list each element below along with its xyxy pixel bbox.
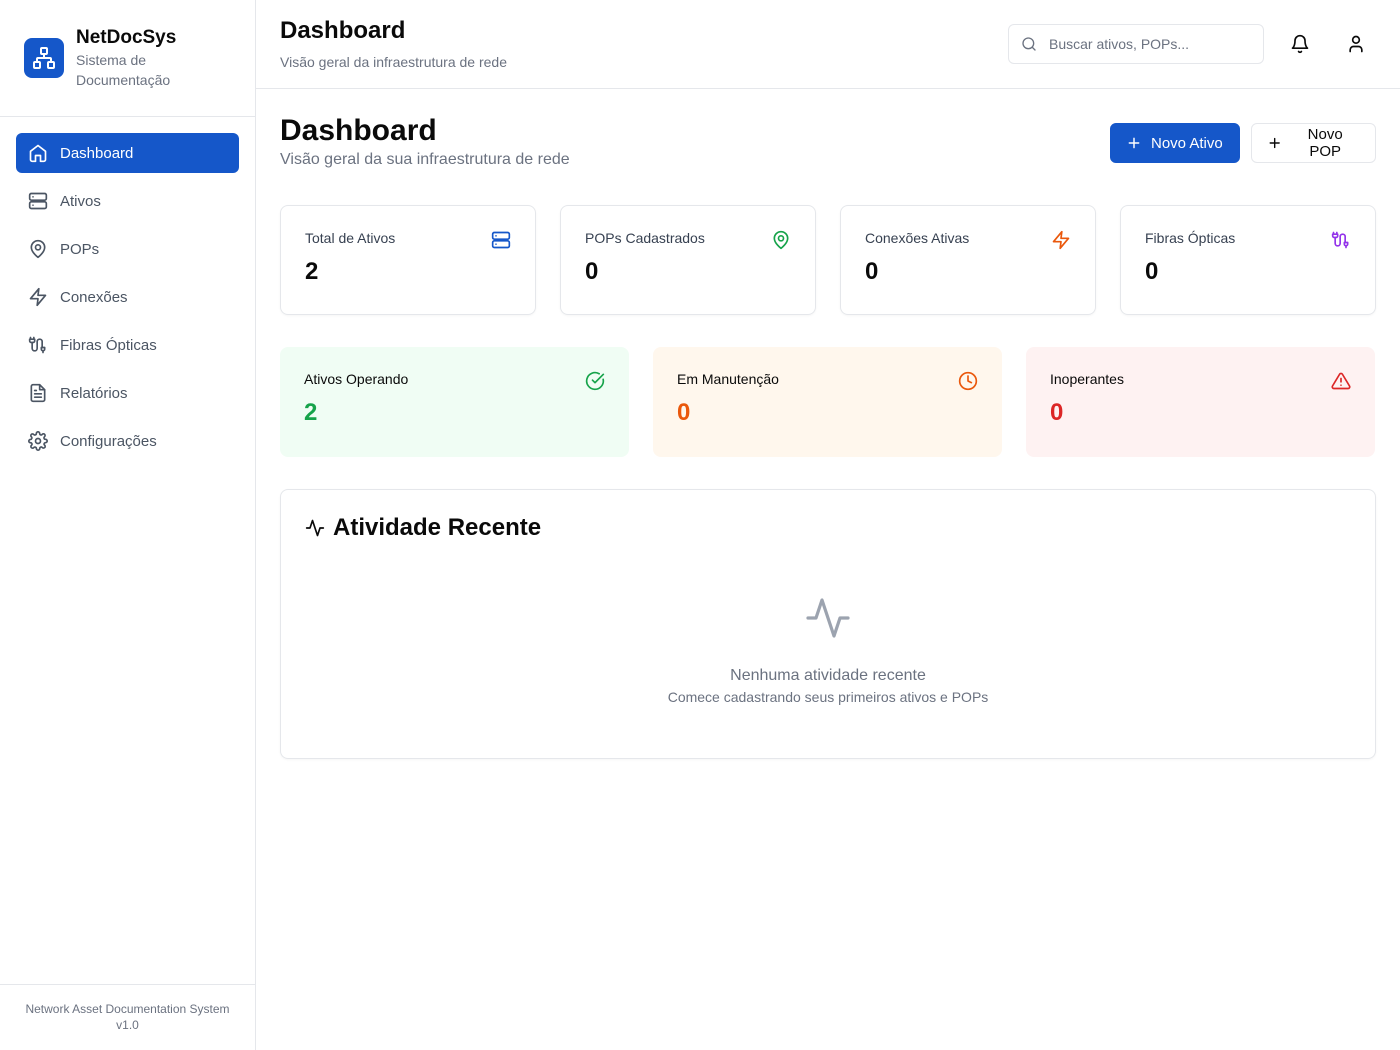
- sidebar-item-label: Ativos: [60, 192, 101, 210]
- empty-state-title: Nenhuma atividade recente: [730, 667, 926, 684]
- stats-row: Total de Ativos 2 POPs Cadastrados 0 Con…: [280, 205, 1376, 315]
- alert-triangle-icon: [1331, 372, 1351, 390]
- sidebar-item-label: Relatórios: [60, 384, 128, 402]
- status-row: Ativos Operando 2 Em Manutenção 0 Inoper…: [280, 347, 1376, 457]
- map-pin-icon: [30, 239, 46, 259]
- home-icon: [29, 144, 47, 163]
- status-label: Inoperantes: [1050, 371, 1124, 387]
- plus-icon: [1269, 137, 1280, 149]
- bell-icon: [1291, 34, 1309, 54]
- status-card-operando: Ativos Operando 2: [280, 347, 629, 457]
- empty-state-subtitle: Comece cadastrando seus primeiros ativos…: [667, 689, 989, 705]
- new-pop-label: Novo POP: [1307, 126, 1343, 160]
- zap-icon: [1052, 230, 1070, 250]
- sidebar-item-ativos[interactable]: Ativos: [16, 181, 239, 221]
- cable-icon: [28, 336, 46, 354]
- sidebar-item-label: Configurações: [60, 432, 157, 450]
- sidebar: NetDocSys Sistema de Documentação Dashbo…: [0, 0, 256, 1050]
- status-value: 2: [304, 399, 318, 426]
- notifications-button[interactable]: [1282, 26, 1318, 62]
- main-content: Dashboard Visão geral da sua infraestrut…: [280, 89, 1376, 759]
- file-text-icon: [30, 383, 46, 403]
- stat-label: POPs Cadastrados: [585, 230, 705, 246]
- search-input[interactable]: [1049, 36, 1249, 52]
- user-icon: [1349, 35, 1363, 53]
- sidebar-nav: Dashboard Ativos POPs Conexões Fibras Óp…: [0, 117, 255, 485]
- stat-label: Total de Ativos: [305, 230, 396, 246]
- sidebar-item-dashboard[interactable]: Dashboard: [16, 133, 239, 173]
- activity-icon: [305, 519, 325, 537]
- page-subtitle: Visão geral da sua infraestrutura de red…: [280, 151, 570, 168]
- search-icon: [1022, 37, 1036, 51]
- search-box: [1008, 24, 1264, 64]
- new-asset-button[interactable]: Novo Ativo: [1110, 123, 1240, 163]
- sidebar-item-label: Dashboard: [60, 144, 134, 162]
- cable-icon: [1331, 231, 1349, 249]
- status-value: 0: [1050, 399, 1064, 426]
- sidebar-item-label: POPs: [60, 240, 100, 258]
- brand: NetDocSys Sistema de Documentação: [0, 0, 255, 117]
- status-card-manutencao: Em Manutenção 0: [653, 347, 1002, 457]
- new-pop-button[interactable]: Novo POP: [1251, 123, 1376, 163]
- stat-card-pops: POPs Cadastrados 0: [560, 205, 816, 315]
- brand-name: NetDocSys: [76, 27, 177, 48]
- sidebar-item-conexoes[interactable]: Conexões: [16, 277, 239, 317]
- footer-version: v1.0: [116, 1018, 139, 1032]
- stat-card-fibras: Fibras Ópticas 0: [1120, 205, 1376, 315]
- recent-activity-card: Atividade Recente Nenhuma atividade rece…: [280, 489, 1376, 759]
- stat-label: Conexões Ativas: [865, 230, 970, 246]
- sidebar-item-pops[interactable]: POPs: [16, 229, 239, 269]
- activity-header: Atividade Recente: [305, 514, 1351, 542]
- clock-icon: [958, 371, 978, 391]
- check-circle-icon: [585, 371, 605, 391]
- topbar: Dashboard Visão geral da infraestrutura …: [256, 0, 1400, 89]
- status-value: 0: [677, 399, 691, 426]
- stat-label: Fibras Ópticas: [1145, 230, 1236, 246]
- sidebar-item-relatorios[interactable]: Relatórios: [16, 373, 239, 413]
- status-label: Em Manutenção: [677, 371, 779, 387]
- zap-icon: [29, 287, 47, 307]
- plus-icon: [1128, 137, 1140, 149]
- footer-system-name: Network Asset Documentation System: [25, 1002, 230, 1016]
- sidebar-footer: Network Asset Documentation System v1.0: [0, 984, 255, 1050]
- stat-value: 0: [1145, 258, 1159, 285]
- stat-card-total-ativos: Total de Ativos 2: [280, 205, 536, 315]
- stat-card-conexoes: Conexões Ativas 0: [840, 205, 1096, 315]
- brand-subtitle: Sistema de Documentação: [76, 52, 171, 88]
- network-logo-icon: [24, 38, 64, 78]
- sidebar-item-label: Conexões: [60, 288, 128, 306]
- page-title: Dashboard: [280, 114, 437, 147]
- server-icon: [28, 192, 48, 210]
- sidebar-item-fibras-opticas[interactable]: Fibras Ópticas: [16, 325, 239, 365]
- stat-value: 2: [305, 258, 319, 285]
- map-pin-icon: [773, 230, 789, 250]
- page-header: Dashboard Visão geral da sua infraestrut…: [280, 89, 1376, 205]
- status-label: Ativos Operando: [304, 371, 409, 387]
- sidebar-item-label: Fibras Ópticas: [60, 336, 157, 354]
- activity-icon: [806, 598, 850, 638]
- server-icon: [491, 231, 511, 249]
- sidebar-item-configuracoes[interactable]: Configurações: [16, 421, 239, 461]
- empty-state: Nenhuma atividade recente Comece cadastr…: [281, 594, 1375, 705]
- settings-icon: [28, 431, 48, 451]
- user-menu-button[interactable]: [1338, 26, 1374, 62]
- stat-value: 0: [585, 258, 599, 285]
- stat-value: 0: [865, 258, 879, 285]
- status-card-inoperantes: Inoperantes 0: [1026, 347, 1375, 457]
- activity-title: Atividade Recente: [333, 514, 542, 541]
- new-asset-label: Novo Ativo: [1151, 134, 1223, 152]
